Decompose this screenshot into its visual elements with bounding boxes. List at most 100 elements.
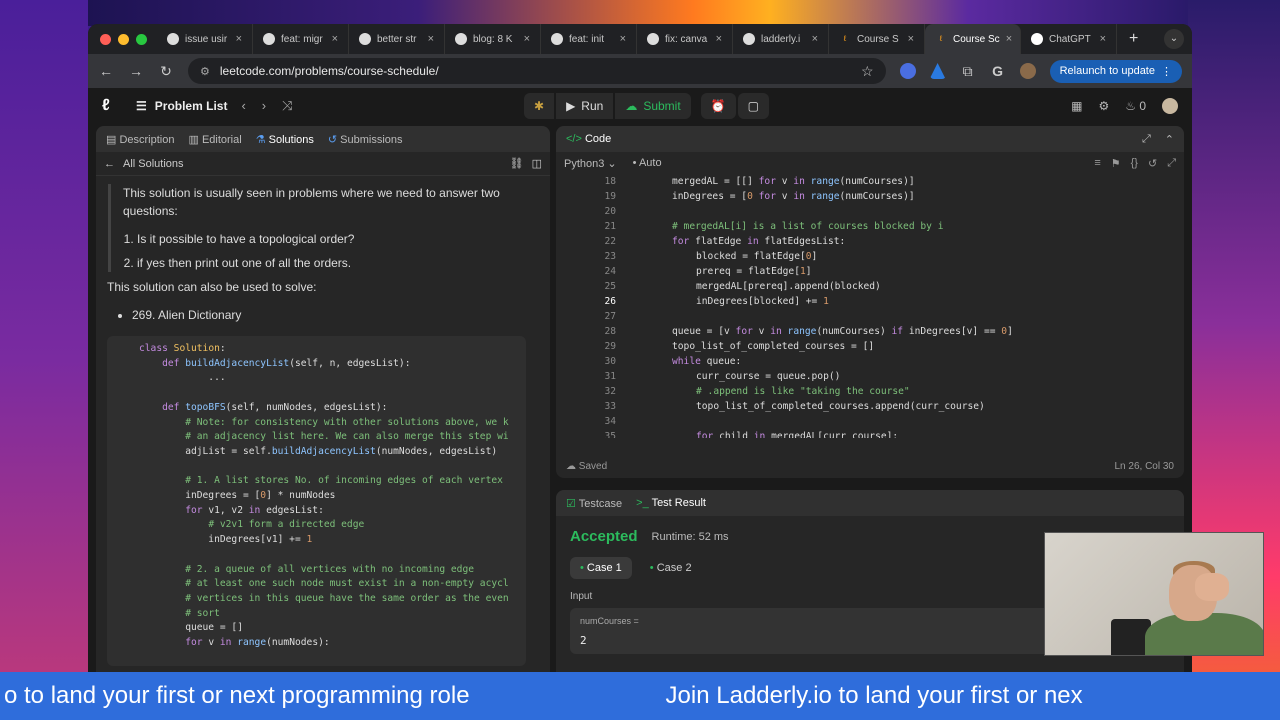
run-toolbar: ✱ ▶ Run ☁ Submit ⏰ ▢ <box>524 93 769 119</box>
case-tab-1[interactable]: • Case 1 <box>570 557 632 579</box>
browser-tab[interactable]: feat: migr × <box>253 24 349 54</box>
desktop-wallpaper-top <box>88 0 1188 26</box>
debug-icon[interactable]: ✱ <box>524 93 555 119</box>
tab-close-icon[interactable]: × <box>332 33 338 45</box>
tab-close-icon[interactable]: × <box>620 33 626 45</box>
submit-button[interactable]: ☁ Submit <box>615 93 691 119</box>
collapse-icon[interactable]: ⌃ <box>1165 133 1174 146</box>
tab-solutions[interactable]: ⚗ Solutions <box>256 133 314 146</box>
browser-tab[interactable]: ℓ Course S × <box>829 24 925 54</box>
github-icon <box>359 33 371 45</box>
browser-tab[interactable]: ℓ Course Sc × <box>925 24 1021 54</box>
streak-counter[interactable]: ♨ 0 <box>1125 99 1146 113</box>
browser-tab[interactable]: feat: init × <box>541 24 637 54</box>
line-number: 30 <box>604 356 616 367</box>
tab-editorial[interactable]: ▥ Editorial <box>188 133 241 146</box>
browser-tab[interactable]: ladderly.i × <box>733 24 829 54</box>
test-panel-tabs: ☑ Testcase >_ Test Result <box>556 490 1184 516</box>
extensions-puzzle-icon[interactable]: ⧉ <box>960 63 976 80</box>
coin-count: 0 <box>1139 99 1146 113</box>
webcam-person-hand <box>1195 573 1229 601</box>
github-icon <box>263 33 275 45</box>
maximize-icon[interactable]: ⤢ <box>1142 133 1151 146</box>
link-icon[interactable]: ⛓ <box>510 157 524 170</box>
site-info-icon[interactable]: ⚙ <box>200 65 210 78</box>
split-view-icon[interactable]: ◫ <box>532 157 542 170</box>
notes-icon[interactable]: ▢ <box>737 93 769 119</box>
reload-icon[interactable]: ↻ <box>158 63 174 80</box>
reset-icon[interactable]: ↺ <box>1148 157 1157 170</box>
cloud-upload-icon: ☁ <box>625 99 638 113</box>
relaunch-button[interactable]: Relaunch to update ⋮ <box>1049 59 1182 83</box>
all-solutions-link[interactable]: All Solutions <box>123 158 184 170</box>
auto-mode-toggle[interactable]: • Auto <box>633 157 662 169</box>
solve-list: 269. Alien Dictionary <box>96 306 550 324</box>
url-field[interactable]: ⚙ leetcode.com/problems/course-schedule/… <box>188 58 886 84</box>
tab-close-icon[interactable]: × <box>428 33 434 45</box>
next-problem-icon[interactable]: › <box>262 98 266 114</box>
browser-tab[interactable]: better str × <box>349 24 445 54</box>
navbar-right: ▦ ⚙ ♨ 0 <box>1071 98 1178 114</box>
profile-avatar[interactable] <box>1019 63 1036 79</box>
tab-close-icon[interactable]: × <box>1006 33 1012 45</box>
forward-arrow-icon[interactable]: → <box>128 63 144 79</box>
browser-tab[interactable]: fix: canva × <box>637 24 733 54</box>
tab-search-chevron-icon[interactable]: ⌄ <box>1164 29 1184 49</box>
shuffle-icon[interactable]: ⤨ <box>282 98 292 114</box>
line-number: 32 <box>604 386 616 397</box>
braces-icon[interactable]: {} <box>1131 157 1138 170</box>
zoom-window-button[interactable] <box>136 33 147 45</box>
browser-tab[interactable]: blog: 8 K × <box>445 24 541 54</box>
tab-description-label: Description <box>119 133 175 146</box>
tab-test-result[interactable]: >_ Test Result <box>636 497 706 509</box>
fullscreen-icon[interactable]: ⤢ <box>1167 157 1176 170</box>
new-tab-button[interactable]: + <box>1117 30 1150 48</box>
minimize-window-button[interactable] <box>118 33 129 45</box>
back-arrow-icon[interactable]: ← <box>98 63 114 79</box>
tab-close-icon[interactable]: × <box>812 33 818 45</box>
extension-icon-2[interactable] <box>929 63 946 79</box>
bookmark-star-icon[interactable]: ☆ <box>861 63 874 80</box>
browser-tab[interactable]: ChatGPT × <box>1021 24 1117 54</box>
tab-close-icon[interactable]: × <box>236 33 242 45</box>
tab-close-icon[interactable]: × <box>908 33 914 45</box>
user-avatar[interactable] <box>1162 98 1178 114</box>
settings-gear-icon[interactable]: ⚙ <box>1098 99 1109 113</box>
code-panel-header: </> Code ⤢ ⌃ <box>556 126 1184 152</box>
code-editor[interactable]: 18 mergedAL = [[] for v in range(numCours… <box>556 174 1184 438</box>
tab-submissions[interactable]: ↺ Submissions <box>328 133 403 146</box>
language-select[interactable]: Python3 ⌄ <box>564 157 617 170</box>
back-arrow-icon[interactable]: ← <box>104 158 115 170</box>
tab-description[interactable]: ▤ Description <box>106 133 174 146</box>
close-window-button[interactable] <box>100 33 111 45</box>
leetcode-icon: ℓ <box>939 34 943 43</box>
timer-icon[interactable]: ⏰ <box>700 93 736 119</box>
format-icon[interactable]: ≡ <box>1094 157 1100 170</box>
bookmark-icon[interactable]: ⚑ <box>1111 157 1121 170</box>
extension-icon-1[interactable] <box>899 63 916 79</box>
case-tab-2[interactable]: • Case 2 <box>640 557 702 579</box>
left-panel-tabs: ▤ Description ▥ Editorial ⚗ Solutions ↺ … <box>96 126 550 152</box>
flask-icon: ⚗ <box>255 133 266 146</box>
github-icon <box>647 33 659 45</box>
tab-close-icon[interactable]: × <box>716 33 722 45</box>
leetcode-logo-icon[interactable]: ℓ <box>102 97 120 115</box>
code-tab[interactable]: </> Code <box>566 133 611 145</box>
leetcode-icon: ℓ <box>843 34 847 43</box>
tab-close-icon[interactable]: × <box>524 33 530 45</box>
solution-code-line: # vertices in this queue have the same o… <box>185 592 509 604</box>
code-line: curr_course = queue.pop() <box>696 371 841 382</box>
solution-code-line: ... <box>139 372 226 384</box>
layout-grid-icon[interactable]: ▦ <box>1071 99 1082 113</box>
tab-list: issue usir × feat: migr × better str × blog: 8… <box>157 24 1117 54</box>
run-button[interactable]: ▶ Run <box>556 93 614 119</box>
tab-testcase[interactable]: ☑ Testcase <box>566 497 622 510</box>
problem-list-button[interactable]: ☰ Problem List <box>136 99 227 113</box>
more-menu-icon: ⋮ <box>1161 65 1172 78</box>
solution-code-line: # 2. a queue of all vertices with no inc… <box>185 563 475 575</box>
google-icon[interactable]: G <box>990 63 1006 79</box>
prev-problem-icon[interactable]: ‹ <box>241 98 245 114</box>
browser-tab[interactable]: issue usir × <box>157 24 253 54</box>
solve-item[interactable]: 269. Alien Dictionary <box>132 306 550 324</box>
tab-close-icon[interactable]: × <box>1100 33 1106 45</box>
